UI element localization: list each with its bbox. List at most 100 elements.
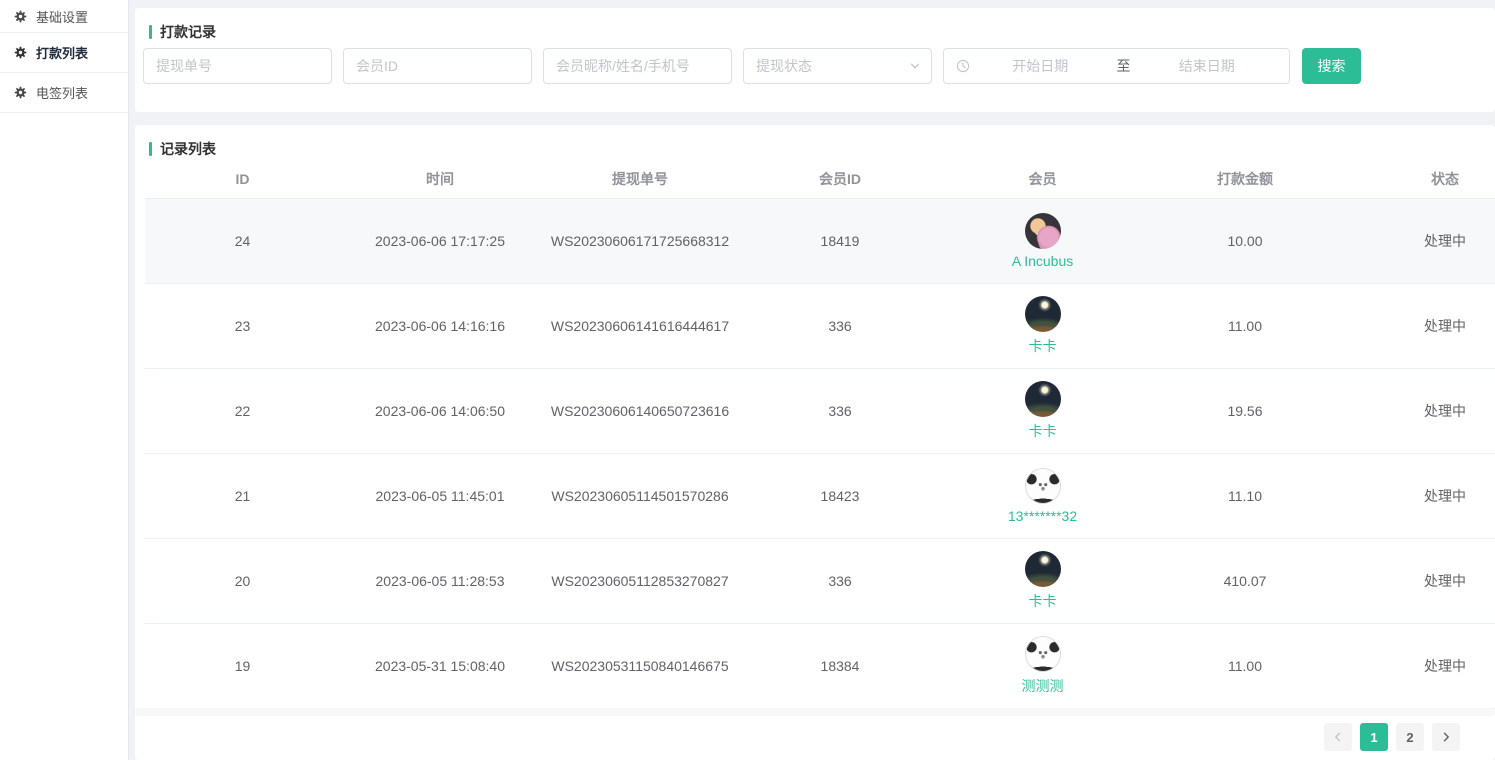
column-header-time: 时间	[340, 160, 540, 198]
cell-id: 23	[145, 283, 340, 368]
member-avatar	[1025, 468, 1061, 504]
pagination-page-1-button[interactable]: 1	[1360, 723, 1388, 751]
member-name-link[interactable]: A Incubus	[940, 253, 1145, 269]
cell-member: 13*******32	[940, 453, 1145, 538]
cell-member: 测测测	[940, 623, 1145, 708]
column-header-order-no: 提现单号	[540, 160, 740, 198]
cell-member: 卡卡	[940, 368, 1145, 453]
search-form: 提现状态 开始日期 至 结束日期 搜索	[143, 48, 1361, 84]
cell-time: 2023-06-05 11:28:53	[340, 538, 540, 623]
table-row: 232023-06-06 14:16:16WS20230606141616444…	[145, 283, 1495, 368]
cell-order-no: WS20230606141616444617	[540, 283, 740, 368]
start-date-placeholder[interactable]: 开始日期	[970, 56, 1111, 76]
cell-id: 22	[145, 368, 340, 453]
select-placeholder: 提现状态	[756, 56, 812, 76]
cell-member: 卡卡	[940, 283, 1145, 368]
cell-member-id: 336	[740, 283, 940, 368]
date-range-separator: 至	[1111, 56, 1137, 76]
cell-member-id: 336	[740, 368, 940, 453]
sidebar-item-label: 电签列表	[36, 83, 88, 102]
cell-status: 处理中	[1345, 453, 1495, 538]
cell-amount: 11.10	[1145, 453, 1345, 538]
cell-member-id: 18384	[740, 623, 940, 708]
sidebar: 基础设置 打款列表 电签列表	[0, 0, 129, 760]
cell-status: 处理中	[1345, 198, 1495, 283]
cell-id: 24	[145, 198, 340, 283]
cell-order-no: WS20230531150840146675	[540, 623, 740, 708]
column-header-member-id: 会员ID	[740, 160, 940, 198]
cell-status: 处理中	[1345, 623, 1495, 708]
cell-amount: 19.56	[1145, 368, 1345, 453]
member-name-link[interactable]: 测测测	[940, 676, 1145, 696]
cell-amount: 410.07	[1145, 538, 1345, 623]
cell-id: 19	[145, 623, 340, 708]
cell-id: 20	[145, 538, 340, 623]
cell-time: 2023-06-05 11:45:01	[340, 453, 540, 538]
cell-order-no: WS20230605114501570286	[540, 453, 740, 538]
chevron-right-icon	[1441, 732, 1451, 742]
column-header-status: 状态	[1345, 160, 1495, 198]
table-row: 192023-05-31 15:08:40WS20230531150840146…	[145, 623, 1495, 708]
table-row: 242023-06-06 17:17:25WS20230606171725668…	[145, 198, 1495, 283]
cell-member-id: 18419	[740, 198, 940, 283]
cell-amount: 10.00	[1145, 198, 1345, 283]
cell-time: 2023-06-06 17:17:25	[340, 198, 540, 283]
member-avatar	[1025, 213, 1061, 249]
cell-member-id: 336	[740, 538, 940, 623]
member-name-phone-input[interactable]	[543, 48, 732, 84]
clock-icon	[956, 59, 970, 73]
pagination: 1 2	[1324, 723, 1460, 751]
gear-icon	[14, 46, 27, 59]
table-header-row: ID 时间 提现单号 会员ID 会员 打款金额 状态	[145, 160, 1495, 198]
cell-status: 处理中	[1345, 368, 1495, 453]
sidebar-item-basic-settings[interactable]: 基础设置	[0, 0, 128, 33]
cell-order-no: WS20230605112853270827	[540, 538, 740, 623]
search-panel: 打款记录 提现状态 开始日期 至 结束日期 搜索	[135, 8, 1495, 112]
search-panel-title: 打款记录	[135, 8, 1495, 42]
table-row: 222023-06-06 14:06:50WS20230606140650723…	[145, 368, 1495, 453]
date-range-picker[interactable]: 开始日期 至 结束日期	[943, 48, 1290, 84]
member-name-link[interactable]: 13*******32	[940, 508, 1145, 524]
section-title-text: 记录列表	[160, 139, 216, 159]
withdraw-no-input[interactable]	[143, 48, 332, 84]
pagination-prev-button[interactable]	[1324, 723, 1352, 751]
cell-amount: 11.00	[1145, 283, 1345, 368]
member-name-link[interactable]: 卡卡	[940, 591, 1145, 611]
sidebar-item-label: 打款列表	[36, 43, 88, 62]
withdraw-status-select[interactable]: 提现状态	[743, 48, 932, 84]
gear-icon	[14, 86, 27, 99]
records-panel-title: 记录列表	[135, 125, 1495, 159]
sidebar-item-esign-list[interactable]: 电签列表	[0, 73, 128, 113]
sidebar-item-label: 基础设置	[36, 7, 88, 26]
search-button[interactable]: 搜索	[1302, 48, 1361, 84]
section-accent-bar	[149, 25, 152, 39]
cell-member: A Incubus	[940, 198, 1145, 283]
member-id-input[interactable]	[343, 48, 532, 84]
gear-icon	[14, 10, 27, 23]
column-header-amount: 打款金额	[1145, 160, 1345, 198]
column-header-member: 会员	[940, 160, 1145, 198]
pagination-page-2-button[interactable]: 2	[1396, 723, 1424, 751]
member-name-link[interactable]: 卡卡	[940, 336, 1145, 356]
member-name-link[interactable]: 卡卡	[940, 421, 1145, 441]
section-accent-bar	[149, 142, 152, 156]
sidebar-item-payment-list[interactable]: 打款列表	[0, 33, 128, 73]
table-row: 202023-06-05 11:28:53WS20230605112853270…	[145, 538, 1495, 623]
cell-status: 处理中	[1345, 283, 1495, 368]
cell-member-id: 18423	[740, 453, 940, 538]
table-row: 212023-06-05 11:45:01WS20230605114501570…	[145, 453, 1495, 538]
cell-order-no: WS20230606171725668312	[540, 198, 740, 283]
horizontal-scrollbar[interactable]	[135, 708, 1495, 716]
cell-member: 卡卡	[940, 538, 1145, 623]
section-title-text: 打款记录	[160, 22, 216, 42]
chevron-down-icon	[909, 60, 921, 72]
end-date-placeholder[interactable]: 结束日期	[1137, 56, 1278, 76]
records-table: ID 时间 提现单号 会员ID 会员 打款金额 状态 242023-06-06 …	[135, 160, 1495, 709]
pagination-next-button[interactable]	[1432, 723, 1460, 751]
cell-id: 21	[145, 453, 340, 538]
cell-time: 2023-05-31 15:08:40	[340, 623, 540, 708]
chevron-left-icon	[1333, 732, 1343, 742]
member-avatar	[1025, 636, 1061, 672]
member-avatar	[1025, 296, 1061, 332]
records-panel: 记录列表 ID 时间 提现单号 会员ID 会员 打款金额 状态 242023-0…	[135, 125, 1495, 760]
